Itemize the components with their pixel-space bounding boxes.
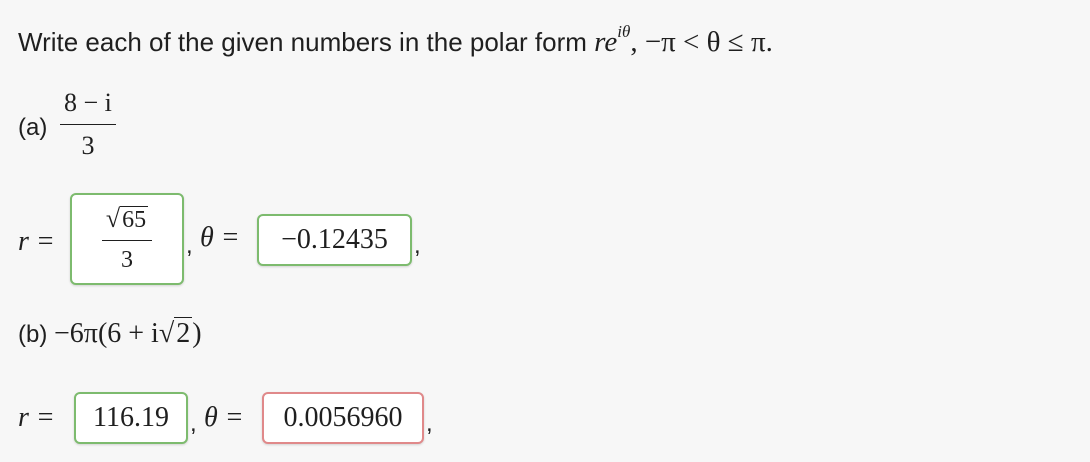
question-prompt: Write each of the given numbers in the p…	[18, 22, 773, 60]
part-a-theta-value: −0.12435	[281, 224, 388, 255]
polar-form-exponent: iθ	[617, 22, 631, 42]
part-b-expr-before: −6π(6 + i	[54, 318, 159, 349]
part-b-expr-after: )	[192, 318, 202, 349]
part-b-theta-answer-box[interactable]: 0.0056960	[262, 392, 424, 444]
prompt-text: Write each of the given numbers in the p…	[18, 27, 595, 57]
part-b-r-label: r =	[18, 402, 55, 433]
part-b-theta-label: θ =	[204, 402, 244, 433]
part-a-numerator: 8 − i	[64, 88, 112, 117]
part-a-label: (a)	[18, 114, 48, 141]
part-b-label: (b)	[18, 321, 48, 348]
part-b-r-answer-box[interactable]: 116.19	[74, 392, 188, 444]
part-b-question: (b) −6π(6 + i√2)	[18, 317, 202, 349]
part-b-expr-radicand: 2	[174, 317, 193, 349]
polar-form-base: re	[594, 26, 618, 58]
part-b-r-value: 116.19	[93, 402, 169, 433]
part-b-theta-value: 0.0056960	[283, 402, 403, 433]
part-a-comma-1: ,	[186, 232, 193, 259]
part-a-comma-2: ,	[414, 232, 421, 259]
part-b-comma-1: ,	[190, 410, 197, 437]
part-a-theta-label: θ =	[200, 222, 240, 253]
part-a-expression: 8 − i 3	[60, 88, 116, 161]
part-a-r-denominator: 3	[101, 240, 153, 274]
part-a-r-radicand: 65	[120, 206, 149, 233]
part-a-theta-answer-box[interactable]: −0.12435	[257, 214, 412, 266]
part-b-comma-2: ,	[426, 410, 433, 437]
part-a-r-label: r =	[18, 226, 55, 257]
theta-range: , −π < θ ≤ π.	[630, 26, 773, 58]
part-a-r-answer-box[interactable]: √65 3	[70, 193, 184, 285]
part-a-denominator: 3	[60, 124, 116, 161]
